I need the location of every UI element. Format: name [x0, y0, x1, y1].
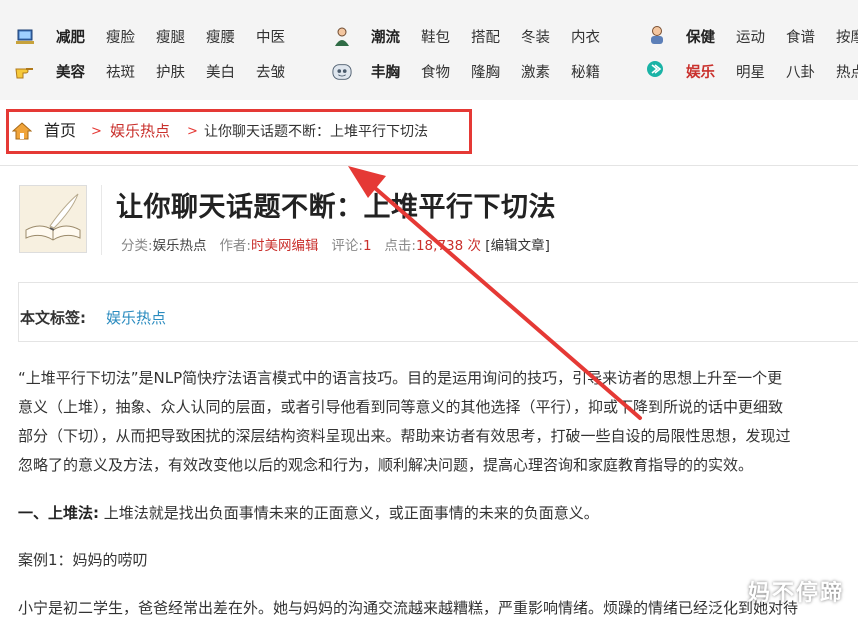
nav-item-shiwu[interactable]: 食物 — [421, 62, 450, 84]
nav-item-anmo[interactable]: 按摩 — [836, 27, 858, 49]
edit-article-link[interactable]: [编辑文章] — [485, 238, 550, 254]
nav-row-2-group-2: 丰胸 食物 隆胸 激素 秘籍 — [371, 62, 631, 84]
nav-item-dapei[interactable]: 搭配 — [471, 27, 500, 49]
article-paragraph: “上堆平行下切法”是NLP简快疗法语言模式中的语言技巧。目的是运用询问的技巧，引… — [18, 369, 783, 387]
tag-link[interactable]: 娱乐热点 — [106, 307, 166, 328]
article-paragraph: 忽略了的意义及方法，有效改变他以后的观念和行为，顺利解决问题，提高心理咨询和家庭… — [18, 456, 754, 474]
divider — [101, 185, 102, 255]
meta-author-label: 作者: — [219, 238, 251, 254]
nav-item-xiebao[interactable]: 鞋包 — [421, 27, 450, 49]
home-icon[interactable] — [11, 122, 33, 140]
breadcrumb-category-link[interactable]: 娱乐热点 — [110, 121, 170, 141]
nav-item-zhongyi[interactable]: 中医 — [256, 27, 285, 49]
nav-row-1-group-3: 保健 运动 食谱 按摩 — [686, 27, 858, 49]
article-meta: 分类:娱乐热点 作者:时美网编辑 评论:1 点击:18,738 次 [编辑文章] — [121, 234, 550, 254]
nav-item-quban[interactable]: 祛斑 — [106, 62, 135, 84]
nav-item-redian[interactable]: 热点 — [836, 62, 858, 84]
meta-views-label: 点击: — [384, 238, 416, 254]
nav-item-jisu[interactable]: 激素 — [521, 62, 550, 84]
arrow-circle-icon — [645, 59, 665, 79]
nav-row-2-group-1: 美容 祛斑 护肤 美白 去皱 — [56, 62, 336, 84]
nav-item-fengxiong[interactable]: 丰胸 — [371, 62, 400, 84]
article-thumbnail — [19, 185, 87, 253]
article-paragraph: 部分（下切），从而把导致困扰的深层结构资料呈现出来。帮助来访者有效思考，打破一些… — [18, 427, 791, 445]
watermark: 妈不停蹄 — [747, 581, 844, 606]
nav-item-mingxing[interactable]: 明星 — [736, 62, 765, 84]
face-icon — [332, 62, 352, 82]
nav-item-shipu[interactable]: 食谱 — [786, 27, 815, 49]
nav-item-yundong[interactable]: 运动 — [736, 27, 765, 49]
nav-item-bagua[interactable]: 八卦 — [786, 62, 815, 84]
breadcrumb: 首页 > 娱乐热点 > 让你聊天话题不断：上堆平行下切法 — [0, 108, 858, 156]
nav-item-shoulian[interactable]: 瘦脸 — [106, 27, 135, 49]
pointing-hand-icon — [15, 62, 35, 82]
nav-item-meirong[interactable]: 美容 — [56, 62, 85, 84]
nav-item-dongzhuang[interactable]: 冬装 — [521, 27, 550, 49]
laptop-icon — [15, 27, 35, 47]
section-text: 上堆法就是找出负面事情未来的正面意义，或正面事情的未来的负面意义。 — [99, 504, 599, 522]
divider — [0, 165, 858, 166]
category-nav: 减肥 瘦脸 瘦腿 瘦腰 中医 美容 祛斑 护肤 美白 去皱 潮流 鞋包 搭配 冬… — [0, 0, 858, 100]
article-paragraph: 意义（上堆），抽象、众人认同的层面，或者引导他看到同等意义的其他选择（平行），抑… — [18, 398, 784, 416]
meta-author[interactable]: 时美网编辑 — [251, 238, 319, 254]
nav-item-hufu[interactable]: 护肤 — [156, 62, 185, 84]
meta-category[interactable]: 娱乐热点 — [153, 238, 207, 254]
article-title: 让你聊天话题不断：上堆平行下切法 — [116, 192, 556, 223]
breadcrumb-home-link[interactable]: 首页 — [44, 121, 76, 141]
nav-item-chaoliu[interactable]: 潮流 — [371, 27, 400, 49]
doctor-icon — [647, 25, 667, 45]
nav-item-yule[interactable]: 娱乐 — [686, 62, 715, 84]
section-heading-paragraph: 一、上堆法: 上堆法就是找出负面事情未来的正面意义，或正面事情的未来的负面意义。 — [18, 499, 599, 528]
section-heading: 一、上堆法: — [18, 504, 99, 522]
nav-row-1-group-1: 减肥 瘦脸 瘦腿 瘦腰 中医 — [56, 27, 336, 49]
nav-item-meibai[interactable]: 美白 — [206, 62, 235, 84]
breadcrumb-separator: > — [187, 124, 198, 139]
nav-item-shoutui[interactable]: 瘦腿 — [156, 27, 185, 49]
meta-comments[interactable]: 1 — [363, 238, 372, 254]
breadcrumb-current: 让你聊天话题不断：上堆平行下切法 — [204, 124, 428, 140]
nav-item-neiyi[interactable]: 内衣 — [571, 27, 600, 49]
meta-category-label: 分类: — [121, 238, 153, 254]
nav-item-jianfei[interactable]: 减肥 — [56, 27, 85, 49]
person-icon — [332, 27, 352, 47]
nav-row-2-group-3: 娱乐 明星 八卦 热点 — [686, 62, 858, 84]
nav-item-longxiong[interactable]: 隆胸 — [471, 62, 500, 84]
nav-row-1-group-2: 潮流 鞋包 搭配 冬装 内衣 — [371, 27, 631, 49]
nav-item-shouyao[interactable]: 瘦腰 — [206, 27, 235, 49]
meta-comments-label: 评论: — [331, 238, 363, 254]
nav-item-quzhou[interactable]: 去皱 — [256, 62, 285, 84]
case-paragraph: 小宁是初二学生，爸爸经常出差在外。她与妈妈的沟通交流越来越糟糕，严重影响情绪。烦… — [18, 599, 799, 617]
meta-views: 18,738 次 — [415, 238, 481, 254]
breadcrumb-separator: > — [91, 124, 102, 139]
tags-label: 本文标签: — [20, 309, 86, 327]
nav-item-miji[interactable]: 秘籍 — [571, 62, 600, 84]
case-heading: 案例1：妈妈的唠叨 — [18, 551, 148, 569]
nav-item-baojian[interactable]: 保健 — [686, 27, 715, 49]
